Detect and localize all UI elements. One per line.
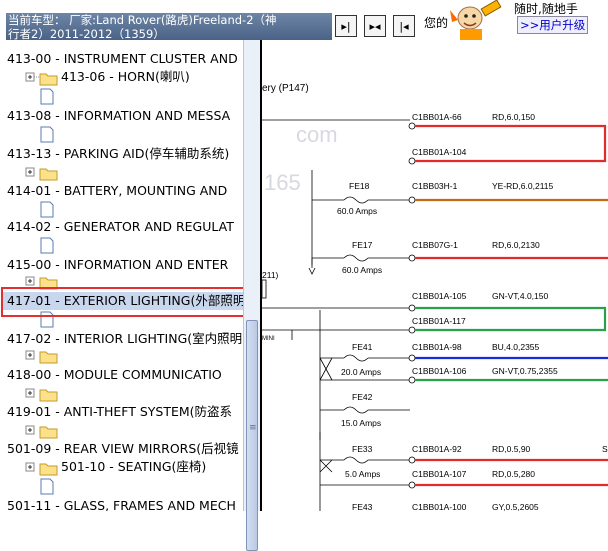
tree-item-413-00[interactable]: 413-00 - INSTRUMENT CLUSTER AND <box>7 50 238 68</box>
connector-label: C1BB01A-100 <box>412 502 467 511</box>
pin-icon <box>408 196 416 204</box>
connector-label: C1BB01A-66 <box>412 112 462 122</box>
fuse-label: FE42 <box>352 392 373 402</box>
fuse-label: FE43 <box>352 502 373 511</box>
pin-icon <box>408 304 416 312</box>
fuse-label: FE33 <box>352 444 373 454</box>
selection-highlight <box>1 287 247 317</box>
diagram-canvas: ery (P147) com 165 211) MINI C1BB01A-66 … <box>262 83 608 511</box>
connector-label: C1BB03H-1 <box>412 181 458 191</box>
watermark-text: com <box>296 122 338 147</box>
pin-icon <box>408 122 416 130</box>
connector-label: C1BB01A-104 <box>412 147 467 157</box>
fuse-label: FE18 <box>349 181 370 191</box>
expand-folder-icon[interactable] <box>25 421 59 439</box>
pin-icon <box>408 354 416 362</box>
mascot-icon <box>450 0 502 40</box>
connector-label: C1BB01A-107 <box>412 469 467 479</box>
pin-icon <box>408 456 416 464</box>
tree-item-414-02[interactable]: 414-02 - GENERATOR AND REGULAT <box>7 218 234 236</box>
expand-folder-icon[interactable] <box>25 163 59 181</box>
module-label: MINI <box>262 336 275 342</box>
page-icon <box>40 88 54 105</box>
wire-label: RD,0.5,280 <box>492 469 535 479</box>
connector-label: C1BB01A-92 <box>412 444 462 454</box>
fuse-rating: 5.0 Amps <box>345 469 380 479</box>
fuse-label: FE41 <box>352 342 373 352</box>
wire-label: RD,0.5,90 <box>492 444 531 454</box>
expand-folder-icon[interactable] <box>25 346 59 364</box>
upgrade-ad: 随时,随地手 >>用户升级 <box>511 0 608 40</box>
fuse-rating: 60.0 Amps <box>342 265 382 275</box>
page-icon <box>40 126 54 143</box>
tree-item-414-01[interactable]: 414-01 - BATTERY, MOUNTING AND <box>7 182 227 200</box>
expand-folder-icon[interactable] <box>25 68 59 86</box>
wire-label: GY,0.5,2605 <box>492 502 539 511</box>
page-icon <box>40 478 54 495</box>
module-label: 211) <box>262 270 279 280</box>
tree-item-413-06[interactable]: 413-06 - HORN(喇叭) <box>61 68 190 86</box>
ad-slogan: 随时,随地手 <box>514 2 578 16</box>
tree-item-501-10[interactable]: 501-10 - SEATING(座椅) <box>61 458 206 476</box>
sync-button[interactable]: ▸◂ <box>364 15 386 37</box>
connector-label: C1BB01A-98 <box>412 342 462 352</box>
fuse-rating: 60.0 Amps <box>337 206 377 216</box>
connector-label: C1BB01A-106 <box>412 366 467 376</box>
scrollbar-thumb[interactable]: ≡ <box>246 320 258 551</box>
upgrade-link[interactable]: >>用户升级 <box>517 16 589 34</box>
page-icon <box>40 201 54 218</box>
wire-label: GN-VT,4.0,150 <box>492 291 548 301</box>
page-icon <box>40 237 54 254</box>
top-header: 当前车型： 厂家:Land Rover(路虎)Freeland-2（神 行者2）… <box>0 0 608 40</box>
watermark-text: 165 <box>264 170 301 195</box>
wiring-diagram[interactable]: ery (P147) com 165 211) MINI C1BB01A-66 … <box>262 40 608 511</box>
section-tree[interactable]: 413-00 - INSTRUMENT CLUSTER AND 413-06 -… <box>0 40 245 511</box>
vehicle-title: 当前车型： 厂家:Land Rover(路虎)Freeland-2（神 行者2）… <box>6 13 332 40</box>
pin-icon <box>408 254 416 262</box>
tree-item-419-01[interactable]: 419-01 - ANTI-THEFT SYSTEM(防盗系 <box>7 403 232 421</box>
tree-item-413-13[interactable]: 413-13 - PARKING AID(停车辅助系统) <box>7 145 229 163</box>
connector-label: C1BB01A-105 <box>412 291 467 301</box>
next-page-button[interactable]: |◂ <box>393 15 415 37</box>
vehicle-title-line2: 行者2）2011-2012（1359） <box>8 27 165 40</box>
pin-icon <box>408 481 416 489</box>
expand-folder-icon[interactable] <box>25 458 59 476</box>
wire-label: BU,4.0,2355 <box>492 342 540 352</box>
diagram-title-fragment: ery (P147) <box>262 83 309 94</box>
fuse-rating: 15.0 Amps <box>341 418 381 428</box>
expand-folder-icon[interactable] <box>25 384 59 402</box>
prev-page-button[interactable]: ▸| <box>335 15 357 37</box>
tree-item-501-09[interactable]: 501-09 - REAR VIEW MIRRORS(后视镜 <box>7 440 239 458</box>
connector-label: C1BB07G-1 <box>412 240 458 250</box>
connector-label: C1BB01A-117 <box>412 316 466 326</box>
wire-label: RD,6.0,150 <box>492 112 535 122</box>
tree-item-413-08[interactable]: 413-08 - INFORMATION AND MESSA <box>7 107 230 125</box>
fuse-rating: 20.0 Amps <box>341 367 381 377</box>
edge-letter: S <box>602 444 608 454</box>
grip-icon: ≡ <box>249 423 257 433</box>
pin-icon <box>408 157 416 165</box>
wire-label: GN-VT,0.75,2355 <box>492 366 558 376</box>
pin-icon <box>408 376 416 384</box>
tree-item-501-11[interactable]: 501-11 - GLASS, FRAMES AND MECH <box>7 497 236 511</box>
tree-item-418-00[interactable]: 418-00 - MODULE COMMUNICATIO <box>7 366 222 384</box>
fuse-label: FE17 <box>352 240 373 250</box>
pin-icon <box>408 326 416 334</box>
wire-label: YE-RD,6.0,2115 <box>492 181 554 191</box>
vehicle-title-line1: 当前车型： 厂家:Land Rover(路虎)Freeland-2（神 <box>8 13 277 27</box>
tree-scrollbar[interactable]: ≡ <box>243 40 260 551</box>
wire-label: RD,6.0,2130 <box>492 240 540 250</box>
